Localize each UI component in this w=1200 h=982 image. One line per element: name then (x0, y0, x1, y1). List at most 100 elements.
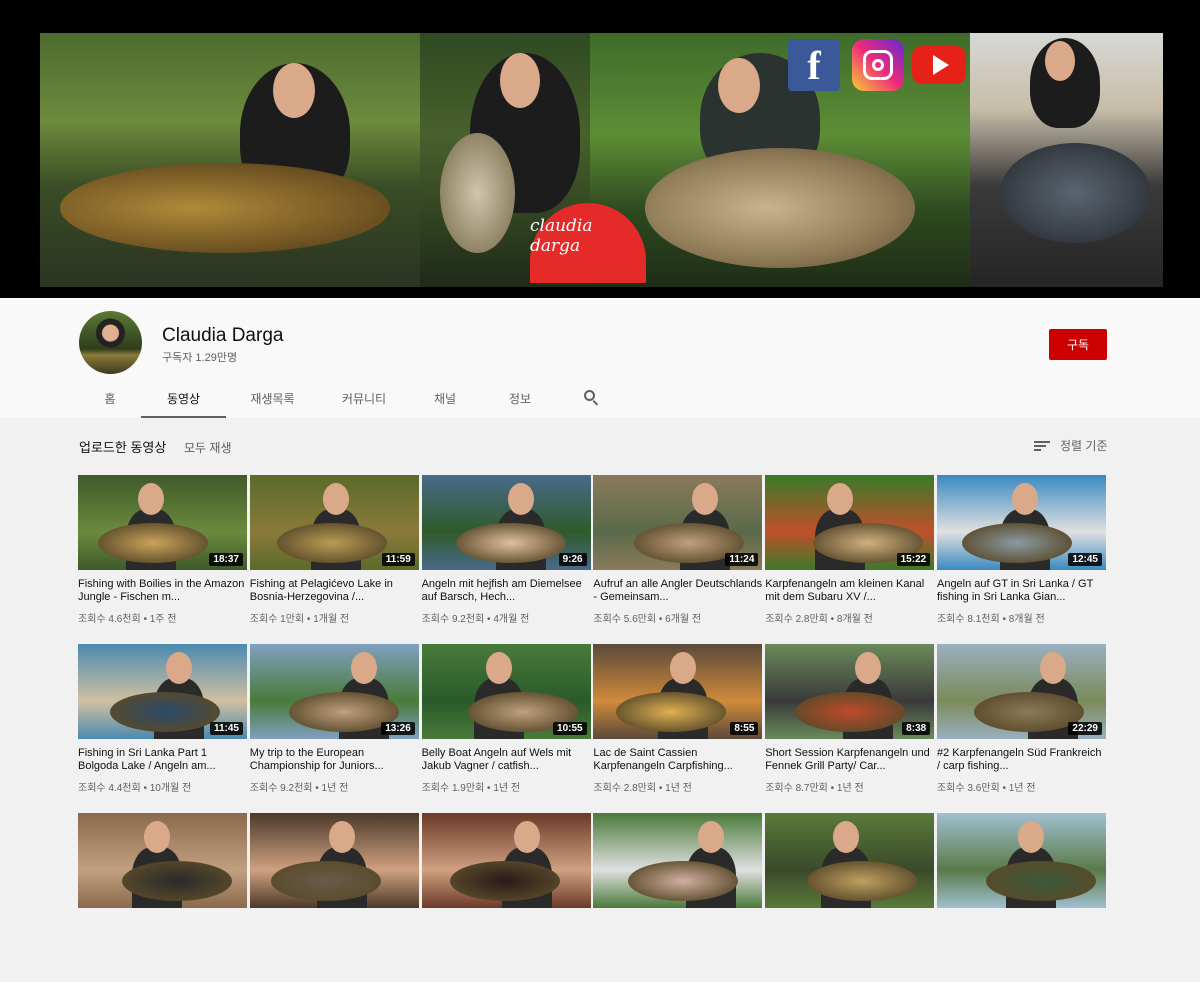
instagram-icon (852, 39, 904, 91)
tab-about[interactable]: 정보 (481, 380, 559, 416)
video-title[interactable]: Angeln auf GT in Sri Lanka / GT fishing … (937, 578, 1106, 604)
video-thumbnail[interactable]: 11:59 (249, 475, 419, 570)
video-thumbnail[interactable]: 18:37 (78, 475, 247, 570)
video-card[interactable]: 8:55 Lac de Saint Cassien Karpfenangeln C… (593, 644, 763, 813)
video-title[interactable]: My trip to the European Championship for… (250, 747, 419, 773)
video-title[interactable]: Fishing with Boilies in the Amazon Jungl… (78, 578, 247, 604)
video-title[interactable] (593, 916, 762, 942)
video-thumbnail[interactable] (765, 813, 935, 908)
video-title[interactable]: Fishing at Pelagićevo Lake in Bosnia-Her… (250, 578, 419, 604)
video-card[interactable] (78, 813, 247, 982)
video-card[interactable]: 12:45 Angeln auf GT in Sri Lanka / GT fis… (936, 475, 1106, 644)
banner-panel-1 (40, 33, 420, 287)
channel-banner: f claudia darga (0, 0, 1200, 298)
video-duration: 22:29 (1068, 722, 1102, 735)
video-title[interactable]: Short Session Karpfenangeln und Fennek G… (765, 747, 934, 773)
video-title[interactable]: Lac de Saint Cassien Karpfenangeln Carpf… (593, 747, 762, 773)
video-card[interactable] (421, 813, 591, 982)
video-thumbnail[interactable]: 15:22 (765, 475, 935, 570)
video-card[interactable]: 22:29 #2 Karpfenangeln Süd Frankreich / c… (936, 644, 1106, 813)
video-duration: 8:55 (730, 722, 759, 735)
video-card[interactable]: 11:45 Fishing in Sri Lanka Part 1 Bolgoda… (78, 644, 247, 813)
video-card[interactable] (936, 813, 1106, 982)
video-duration: 9:26 (558, 553, 587, 566)
search-icon (583, 390, 600, 406)
video-card[interactable]: 15:22 Karpfenangeln am kleinen Kanal mit … (765, 475, 935, 644)
video-title[interactable] (765, 916, 934, 942)
video-thumbnail[interactable]: 9:26 (421, 475, 591, 570)
video-thumbnail[interactable]: 11:45 (78, 644, 247, 739)
video-thumbnail[interactable] (936, 813, 1106, 908)
channel-tabs: 홈 동영상 재생목록 커뮤니티 채널 정보 (79, 380, 624, 418)
sort-button[interactable]: 정렬 기준 (1034, 437, 1108, 454)
video-title[interactable]: Karpfenangeln am kleinen Kanal mit dem S… (765, 578, 934, 604)
section-title: 업로드한 동영상 (79, 440, 167, 455)
video-duration: 18:37 (209, 553, 243, 566)
video-duration: 15:22 (896, 553, 931, 566)
tab-home[interactable]: 홈 (79, 380, 141, 416)
video-card[interactable] (593, 813, 763, 982)
video-title[interactable] (78, 916, 247, 942)
banner-panel-4 (970, 33, 1163, 287)
video-title[interactable] (937, 916, 1106, 942)
video-thumbnail[interactable] (593, 813, 763, 908)
video-card[interactable]: 9:26 Angeln mit hejfish am Diemelsee auf … (421, 475, 591, 644)
video-thumbnail[interactable]: 10:55 (421, 644, 591, 739)
video-title[interactable]: Angeln mit hejfish am Diemelsee auf Bars… (422, 578, 591, 604)
video-title[interactable]: #2 Karpfenangeln Süd Frankreich / carp f… (937, 747, 1106, 773)
video-card[interactable] (249, 813, 419, 982)
youtube-icon (912, 46, 966, 84)
video-thumbnail[interactable]: 12:45 (936, 475, 1106, 570)
video-card[interactable]: 10:55 Belly Boat Angeln auf Wels mit Jaku… (421, 644, 591, 813)
video-card[interactable]: 13:26 My trip to the European Championshi… (249, 644, 419, 813)
video-grid: 18:37 Fishing with Boilies in the Amazon … (78, 475, 1106, 982)
video-thumbnail[interactable] (78, 813, 247, 908)
video-meta: 조회수 4.4천회 • 10개월 전 (78, 783, 192, 794)
video-card[interactable]: 11:24 Aufruf an alle Angler Deutschlands … (593, 475, 763, 644)
video-thumbnail[interactable]: 13:26 (249, 644, 419, 739)
video-thumbnail[interactable]: 22:29 (936, 644, 1106, 739)
video-meta: 조회수 1만회 • 1개월 전 (249, 614, 350, 625)
video-duration: 12:45 (1068, 553, 1102, 566)
tab-videos[interactable]: 동영상 (141, 380, 226, 418)
video-thumbnail[interactable]: 8:55 (593, 644, 763, 739)
tab-playlists[interactable]: 재생목록 (226, 380, 319, 416)
video-meta: 조회수 4.6천회 • 1주 전 (78, 614, 177, 625)
video-thumbnail[interactable]: 8:38 (765, 644, 935, 739)
sort-label: 정렬 기준 (1060, 439, 1108, 453)
video-meta: 조회수 1.9만회 • 1년 전 (421, 783, 521, 794)
play-all-button[interactable]: 모두 재생 (184, 439, 232, 456)
video-title[interactable]: Aufruf an alle Angler Deutschlands - Gem… (593, 578, 762, 604)
video-duration: 11:45 (209, 722, 243, 735)
sort-icon (1034, 440, 1050, 452)
video-meta: 조회수 2.8만회 • 1년 전 (593, 783, 692, 794)
video-title[interactable] (422, 916, 591, 942)
video-thumbnail[interactable]: 11:24 (593, 475, 763, 570)
tab-channels[interactable]: 채널 (409, 380, 481, 416)
avatar[interactable] (79, 311, 142, 374)
video-card[interactable] (765, 813, 935, 982)
video-meta: 조회수 2.8만회 • 8개월 전 (765, 614, 873, 625)
video-duration: 11:59 (381, 553, 415, 566)
video-card[interactable]: 11:59 Fishing at Pelagićevo Lake in Bosni… (249, 475, 419, 644)
video-duration: 8:38 (902, 722, 931, 735)
subscribe-button[interactable]: 구독 (1049, 329, 1107, 360)
video-card[interactable]: 8:38 Short Session Karpfenangeln und Fenn… (765, 644, 935, 813)
facebook-icon: f (788, 39, 840, 91)
video-duration: 10:55 (553, 722, 587, 735)
video-title[interactable]: Belly Boat Angeln auf Wels mit Jakub Vag… (422, 747, 591, 773)
video-title[interactable] (250, 916, 419, 942)
banner-image: f claudia darga (40, 33, 1163, 287)
video-duration: 13:26 (381, 722, 415, 735)
channel-header: Claudia Darga 구독자 1.29만명 구독 홈 동영상 재생목록 커… (0, 298, 1200, 418)
video-meta: 조회수 8.7만회 • 1년 전 (765, 783, 864, 794)
video-thumbnail[interactable] (421, 813, 591, 908)
video-title[interactable]: Fishing in Sri Lanka Part 1 Bolgoda Lake… (78, 747, 247, 773)
video-thumbnail[interactable] (249, 813, 419, 908)
tab-community[interactable]: 커뮤니티 (319, 380, 409, 416)
video-meta: 조회수 9.2천회 • 4개월 전 (421, 614, 530, 625)
video-card[interactable]: 18:37 Fishing with Boilies in the Amazon … (78, 475, 247, 644)
channel-search-button[interactable] (559, 380, 624, 416)
video-meta: 조회수 5.6만회 • 6개월 전 (593, 614, 702, 625)
video-meta: 조회수 9.2천회 • 1년 전 (249, 783, 349, 794)
